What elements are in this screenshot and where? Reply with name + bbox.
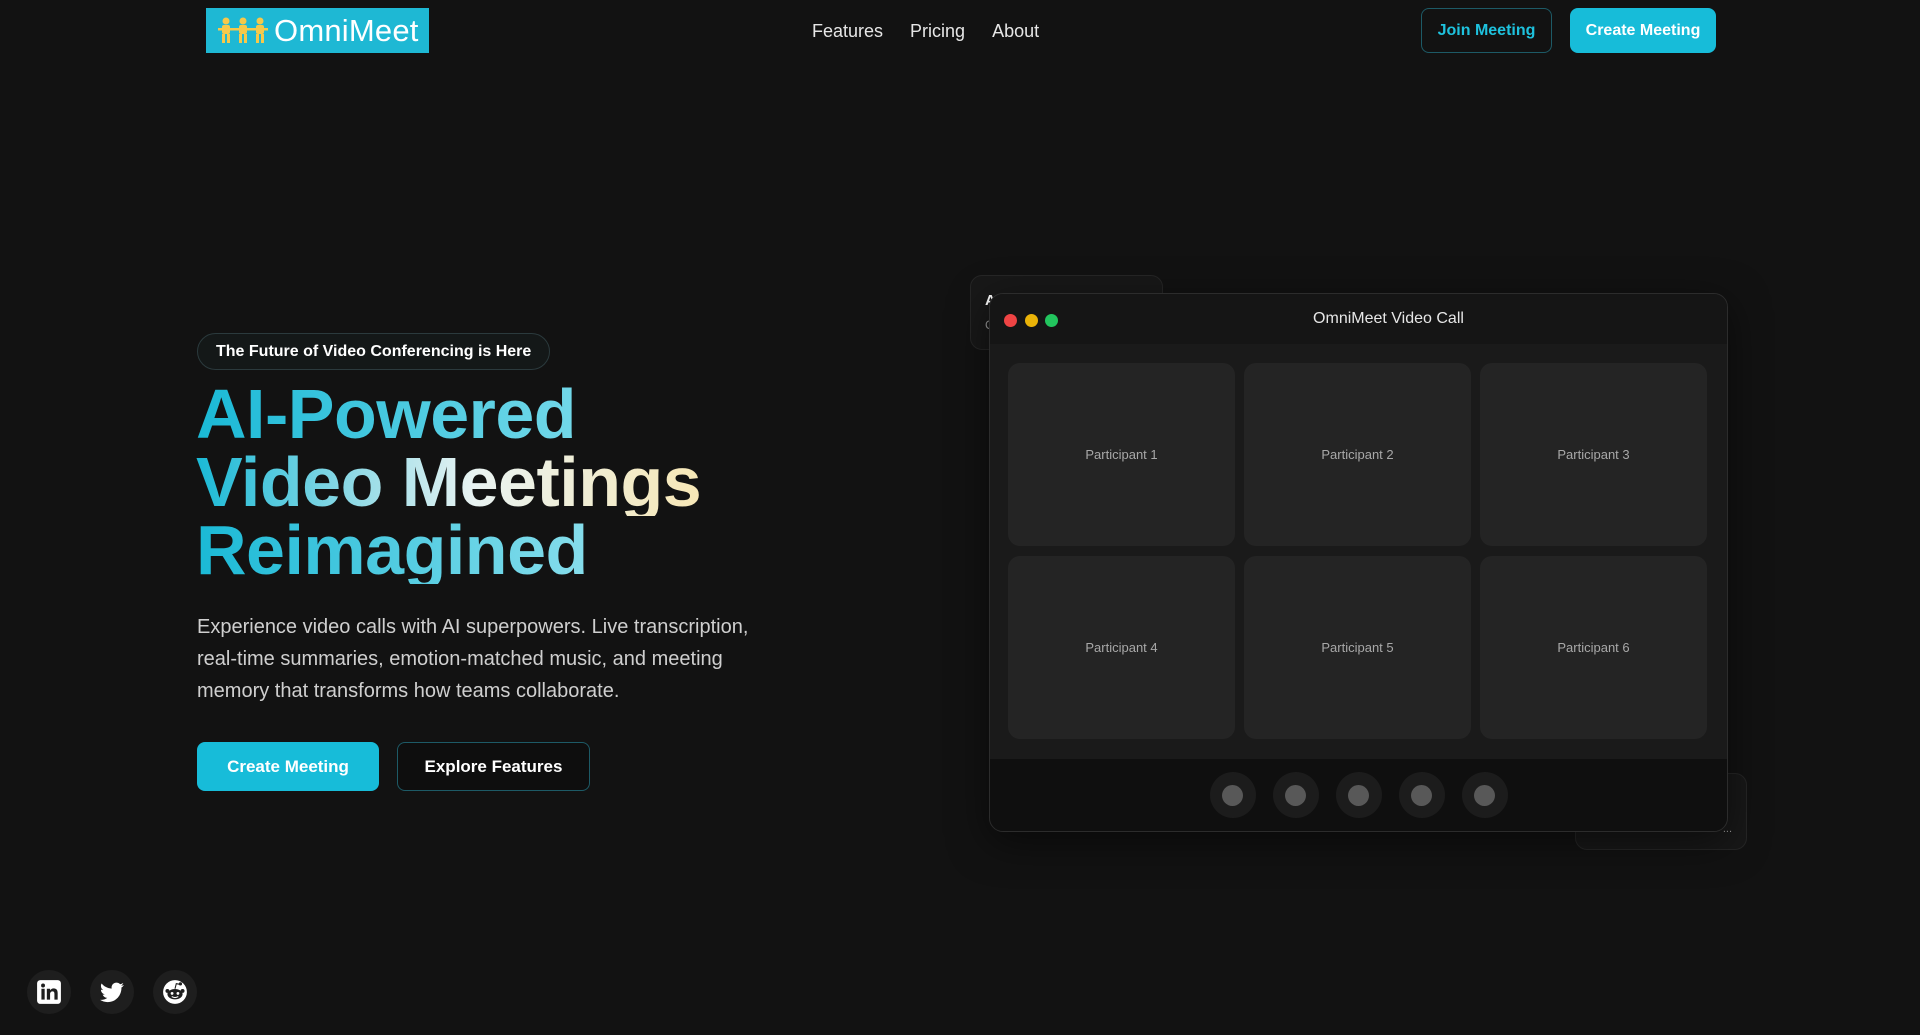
nav-link-features[interactable]: Features — [812, 21, 883, 42]
call-control-button[interactable] — [1272, 772, 1319, 818]
headline-line-3: Reimagined — [196, 515, 701, 585]
nav-link-pricing[interactable]: Pricing — [910, 21, 965, 42]
hero-headline: AI-Powered Video Meetings Reimagined — [196, 379, 702, 585]
call-control-button[interactable] — [1209, 772, 1256, 818]
window-titlebar: OmniMeet Video Call — [990, 294, 1727, 344]
participant-tile: Participant 6 — [1480, 556, 1707, 739]
linkedin-link[interactable] — [27, 970, 71, 1014]
call-control-button[interactable] — [1335, 772, 1382, 818]
reddit-link[interactable] — [153, 970, 197, 1014]
main-nav: Features Pricing About — [812, 21, 1039, 42]
create-meeting-button[interactable]: Create Meeting — [197, 742, 379, 791]
window-title: OmniMeet Video Call — [1313, 310, 1464, 327]
participant-tile: Participant 5 — [1244, 556, 1471, 739]
participant-grid: Participant 1 Participant 2 Participant … — [1008, 363, 1708, 739]
explore-features-button[interactable]: Explore Features — [397, 742, 590, 791]
control-dot-icon — [1411, 784, 1432, 806]
join-meeting-button[interactable]: Join Meeting — [1421, 8, 1552, 53]
participant-tile: Participant 1 — [1008, 363, 1235, 546]
participant-tile: Participant 2 — [1244, 363, 1471, 546]
create-meeting-nav-button[interactable]: Create Meeting — [1570, 8, 1716, 53]
control-dot-icon — [1348, 784, 1369, 806]
video-call-preview: OmniMeet Video Call Participant 1 Partic… — [989, 293, 1728, 832]
control-dot-icon — [1285, 784, 1306, 806]
twitter-link[interactable] — [90, 970, 134, 1014]
participant-tile: Participant 4 — [1008, 556, 1235, 739]
linkedin-icon — [37, 980, 61, 1004]
logo-text: OmniMeet — [274, 12, 419, 48]
control-dot-icon — [1474, 784, 1495, 806]
hero-badge: The Future of Video Conferencing is Here — [197, 333, 551, 370]
headline-line-1: AI-Powered — [196, 379, 701, 449]
control-dot-icon — [1222, 784, 1243, 806]
call-controls — [990, 759, 1727, 831]
participant-tile: Participant 3 — [1480, 363, 1707, 546]
hero-description: Experience video calls with AI superpowe… — [197, 616, 749, 702]
call-control-button[interactable] — [1398, 772, 1445, 818]
headline-line-2: Video Meetings — [196, 443, 702, 521]
logo[interactable]: OmniMeet — [206, 8, 429, 53]
reddit-icon — [163, 980, 187, 1004]
twitter-icon — [100, 982, 124, 1003]
people-icon — [218, 17, 268, 43]
call-control-button[interactable] — [1461, 772, 1508, 818]
nav-link-about[interactable]: About — [992, 21, 1039, 42]
